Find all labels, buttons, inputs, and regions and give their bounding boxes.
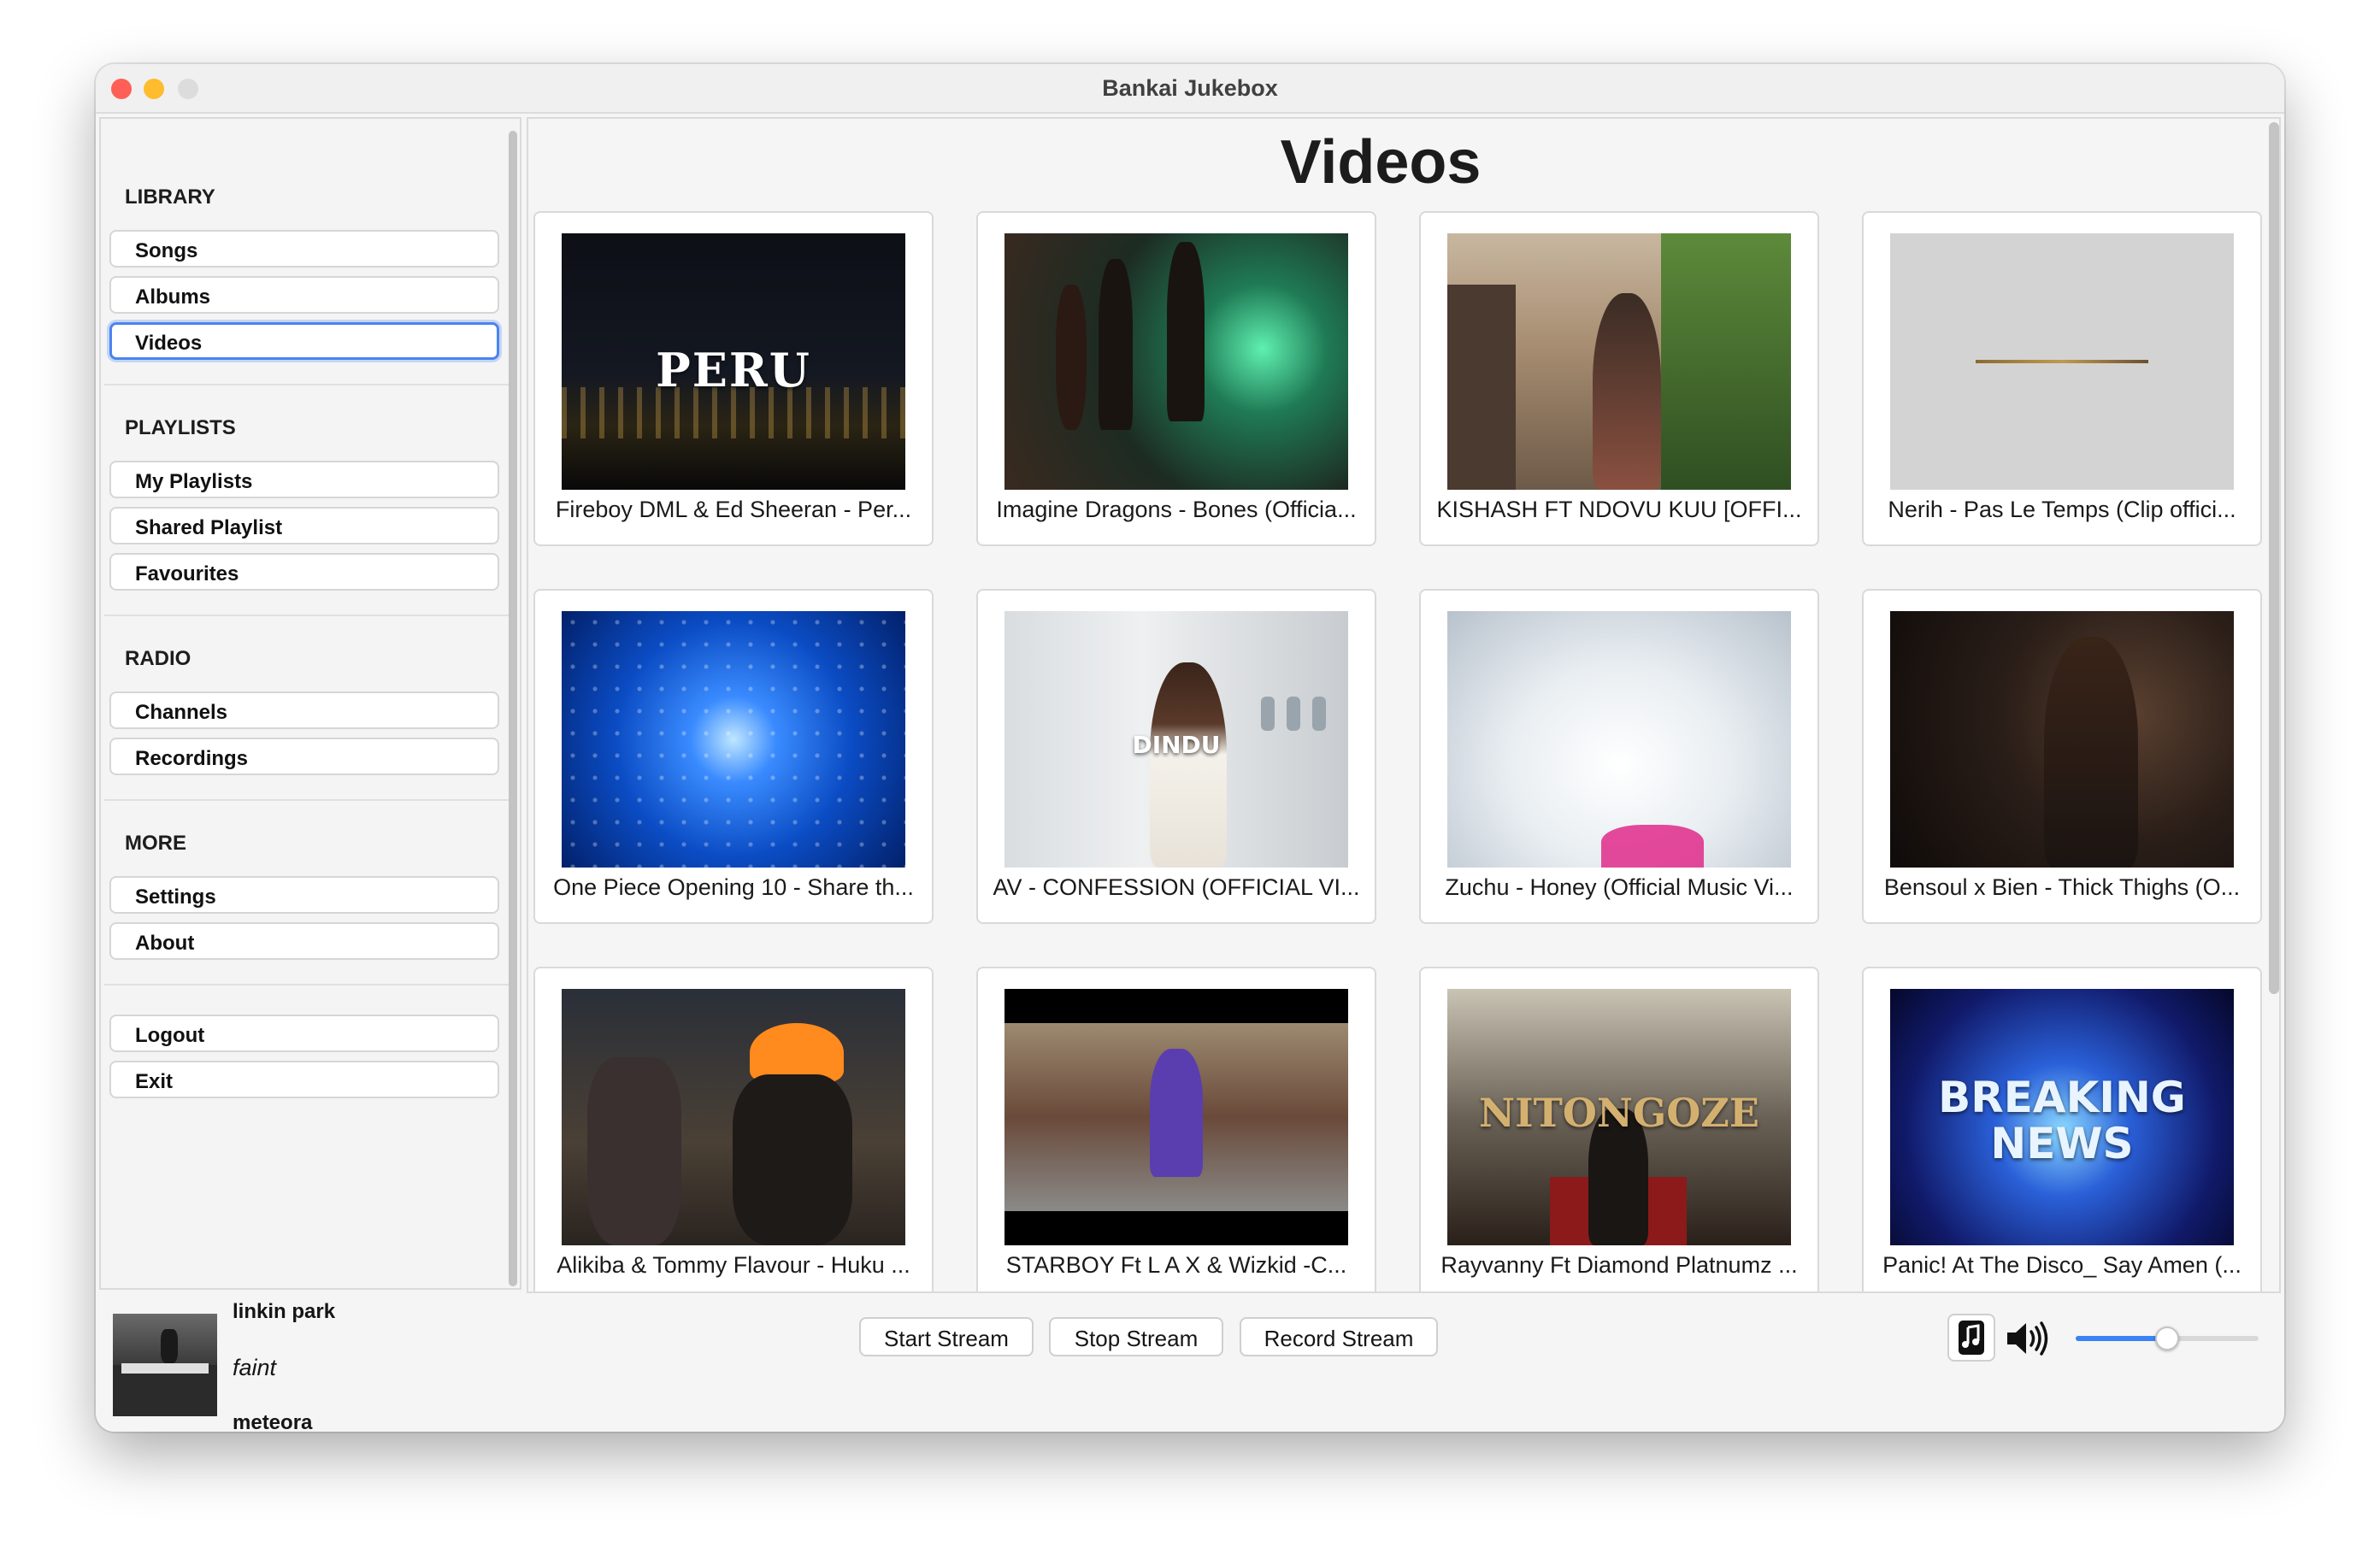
now-playing-bar: linkin park faint meteora Start Stream S… bbox=[96, 1293, 2284, 1432]
video-card[interactable]: DINDU AV - CONFESSION (OFFICIAL VI... bbox=[976, 589, 1376, 924]
playlists-heading: PLAYLISTS bbox=[125, 416, 236, 439]
video-title: STARBOY Ft L A X & Wizkid -C... bbox=[1005, 1252, 1347, 1278]
video-card[interactable]: Imagine Dragons - Bones (Officia... bbox=[976, 211, 1376, 546]
now-playing-artist: linkin park bbox=[233, 1300, 336, 1323]
video-title: Nerih - Pas Le Temps (Clip offici... bbox=[1888, 497, 2236, 522]
logout-button[interactable]: Logout bbox=[109, 1015, 499, 1052]
video-card[interactable]: Alikiba & Tommy Flavour - Huku ... bbox=[533, 967, 934, 1291]
sidebar-item-settings[interactable]: Settings bbox=[109, 876, 499, 914]
video-thumbnail bbox=[1890, 233, 2234, 490]
video-thumbnail bbox=[562, 611, 905, 868]
sidebar-item-channels[interactable]: Channels bbox=[109, 691, 499, 729]
video-card[interactable]: Nerih - Pas Le Temps (Clip offici... bbox=[1862, 211, 2262, 546]
video-thumbnail bbox=[1004, 989, 1348, 1245]
now-playing-album: meteora bbox=[233, 1411, 313, 1432]
thumbnail-caption: PERU bbox=[656, 343, 811, 397]
video-card[interactable]: Bensoul x Bien - Thick Thighs (O... bbox=[1862, 589, 2262, 924]
sidebar: LIBRARY Songs Albums Videos PLAYLISTS My… bbox=[99, 117, 521, 1290]
music-note-icon[interactable] bbox=[1947, 1314, 1995, 1362]
video-card[interactable]: NITONGOZE Rayvanny Ft Diamond Platnumz .… bbox=[1419, 967, 1819, 1291]
thumbnail-caption: NITONGOZE bbox=[1479, 1090, 1759, 1136]
sidebar-item-favourites[interactable]: Favourites bbox=[109, 553, 499, 591]
video-thumbnail bbox=[1004, 233, 1348, 490]
video-card[interactable]: Zuchu - Honey (Official Music Vi... bbox=[1419, 589, 1819, 924]
sidebar-item-my-playlists[interactable]: My Playlists bbox=[109, 461, 499, 498]
video-card[interactable]: PERU Fireboy DML & Ed Sheeran - Per... bbox=[533, 211, 934, 546]
video-thumbnail bbox=[1447, 233, 1791, 490]
video-thumbnail bbox=[1890, 611, 2234, 868]
sidebar-divider bbox=[104, 384, 510, 385]
start-stream-button[interactable]: Start Stream bbox=[859, 1317, 1034, 1356]
video-title: Rayvanny Ft Diamond Platnumz ... bbox=[1440, 1252, 1798, 1278]
video-title: Panic! At The Disco_ Say Amen (... bbox=[1882, 1252, 2242, 1278]
sidebar-scrollbar[interactable] bbox=[509, 131, 517, 1286]
video-title: Bensoul x Bien - Thick Thighs (O... bbox=[1883, 874, 2241, 900]
window-title: Bankai Jukebox bbox=[1102, 75, 1278, 101]
library-heading: LIBRARY bbox=[125, 185, 215, 209]
main-content: Videos PERU Fireboy DML & Ed Sheeran - P… bbox=[527, 117, 2281, 1293]
sidebar-item-videos[interactable]: Videos bbox=[109, 322, 499, 360]
speaker-volume-icon[interactable] bbox=[2004, 1319, 2052, 1358]
video-title: Imagine Dragons - Bones (Officia... bbox=[996, 497, 1357, 522]
volume-slider-knob[interactable] bbox=[2155, 1327, 2179, 1350]
album-art bbox=[113, 1314, 217, 1416]
sidebar-divider bbox=[104, 615, 510, 616]
app-window: Bankai Jukebox LIBRARY Songs Albums Vide… bbox=[96, 64, 2284, 1432]
video-thumbnail bbox=[1447, 611, 1791, 868]
video-thumbnail: DINDU bbox=[1004, 611, 1348, 868]
sidebar-item-about[interactable]: About bbox=[109, 922, 499, 960]
video-card[interactable]: BREAKING NEWS Panic! At The Disco_ Say A… bbox=[1862, 967, 2262, 1291]
sidebar-divider bbox=[104, 984, 510, 985]
title-bar: Bankai Jukebox bbox=[96, 64, 2284, 114]
video-thumbnail: PERU bbox=[562, 233, 905, 490]
volume-slider[interactable] bbox=[2076, 1327, 2259, 1350]
main-scrollbar[interactable] bbox=[2269, 122, 2279, 994]
more-heading: MORE bbox=[125, 832, 186, 855]
exit-button[interactable]: Exit bbox=[109, 1061, 499, 1098]
sidebar-item-recordings[interactable]: Recordings bbox=[109, 738, 499, 775]
video-title: KISHASH FT NDOVU KUU [OFFI... bbox=[1436, 497, 1802, 522]
video-thumbnail bbox=[562, 989, 905, 1245]
video-grid: PERU Fireboy DML & Ed Sheeran - Per... I… bbox=[528, 119, 2264, 1291]
video-thumbnail: NITONGOZE bbox=[1447, 989, 1791, 1245]
volume-slider-fill bbox=[2076, 1336, 2167, 1341]
sidebar-item-albums[interactable]: Albums bbox=[109, 276, 499, 314]
sidebar-item-shared-playlist[interactable]: Shared Playlist bbox=[109, 507, 499, 544]
video-title: Alikiba & Tommy Flavour - Huku ... bbox=[557, 1252, 910, 1278]
record-stream-button[interactable]: Record Stream bbox=[1240, 1317, 1438, 1356]
video-title: AV - CONFESSION (OFFICIAL VI... bbox=[993, 874, 1360, 900]
thumbnail-caption: BREAKING NEWS bbox=[1938, 1073, 2186, 1168]
sidebar-divider bbox=[104, 799, 510, 801]
radio-heading: RADIO bbox=[125, 647, 191, 670]
sidebar-item-songs[interactable]: Songs bbox=[109, 230, 499, 268]
video-title: One Piece Opening 10 - Share th... bbox=[553, 874, 914, 900]
video-title: Zuchu - Honey (Official Music Vi... bbox=[1445, 874, 1794, 900]
thumbnail-caption: DINDU bbox=[1132, 731, 1221, 759]
video-thumbnail: BREAKING NEWS bbox=[1890, 989, 2234, 1245]
video-card[interactable]: One Piece Opening 10 - Share th... bbox=[533, 589, 934, 924]
video-card[interactable]: STARBOY Ft L A X & Wizkid -C... bbox=[976, 967, 1376, 1291]
video-title: Fireboy DML & Ed Sheeran - Per... bbox=[555, 497, 912, 522]
now-playing-song: faint bbox=[233, 1355, 277, 1380]
video-card[interactable]: KISHASH FT NDOVU KUU [OFFI... bbox=[1419, 211, 1819, 546]
stop-stream-button[interactable]: Stop Stream bbox=[1049, 1317, 1223, 1356]
